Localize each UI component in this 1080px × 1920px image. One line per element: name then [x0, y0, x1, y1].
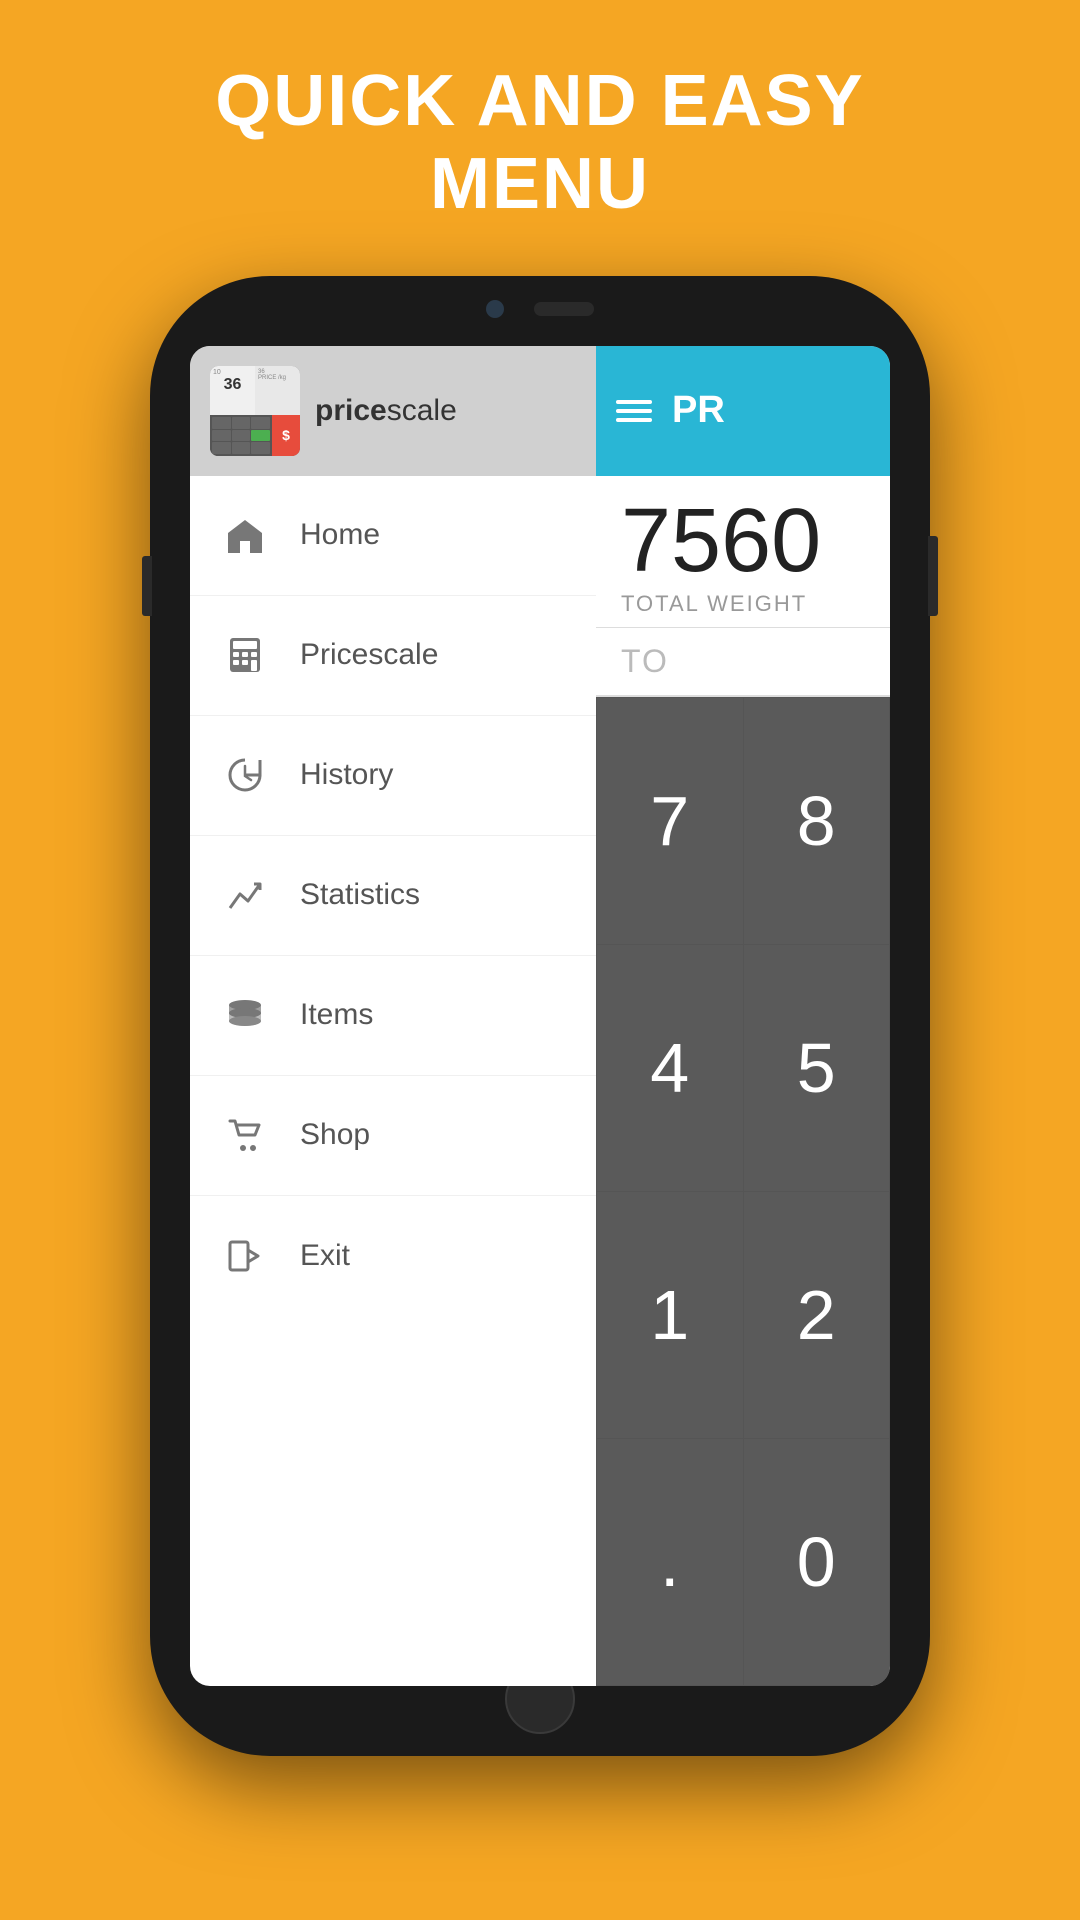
menu-label-home: Home	[300, 518, 380, 552]
display-secondary: TO	[596, 628, 890, 697]
menu-item-history[interactable]: History	[190, 716, 596, 836]
key-4[interactable]: 4	[597, 945, 743, 1191]
side-button-left	[142, 556, 152, 616]
menu-item-pricescale[interactable]: Pricescale	[190, 596, 596, 716]
key-7[interactable]: 7	[597, 698, 743, 944]
calculator-icon	[220, 630, 270, 680]
home-icon	[220, 510, 270, 560]
app-name-text: pricescale	[315, 394, 457, 428]
menu-label-items: Items	[300, 998, 373, 1032]
speaker-grill	[534, 302, 594, 316]
phone-shell: 10 36 36 PRICE /kg	[150, 276, 930, 1756]
drawer-header: 10 36 36 PRICE /kg	[190, 346, 596, 476]
menu-label-statistics: Statistics	[300, 878, 420, 912]
headline-line1: QUICK AND EASY	[215, 60, 864, 143]
menu-item-home[interactable]: Home	[190, 476, 596, 596]
display-label: TOTAL WEIGHT	[621, 591, 865, 617]
app-name-bold: price	[315, 394, 387, 427]
app-logo: 10 36 36 PRICE /kg	[210, 366, 300, 456]
toolbar-title: PR	[672, 389, 725, 432]
menu-label-history: History	[300, 758, 393, 792]
app-content: PR 7560 TOTAL WEIGHT TO 7 8 4 5 1 2	[596, 346, 890, 1686]
menu-label-shop: Shop	[300, 1118, 370, 1152]
key-8[interactable]: 8	[744, 698, 890, 944]
camera-dot	[486, 300, 504, 318]
shop-icon	[220, 1110, 270, 1160]
app-toolbar: PR	[596, 346, 890, 476]
menu-item-shop[interactable]: Shop	[190, 1076, 596, 1196]
display-area: 7560 TOTAL WEIGHT	[596, 476, 890, 628]
menu-item-exit[interactable]: Exit	[190, 1196, 596, 1316]
phone-mockup: 10 36 36 PRICE /kg	[150, 276, 930, 1756]
page-header: QUICK AND EASY MENU	[215, 0, 864, 226]
menu-label-pricescale: Pricescale	[300, 638, 438, 672]
key-1[interactable]: 1	[597, 1192, 743, 1438]
headline-line2: MENU	[215, 143, 864, 226]
drawer-menu: 10 36 36 PRICE /kg	[190, 346, 596, 1686]
key-dot[interactable]: .	[597, 1439, 743, 1685]
menu-item-statistics[interactable]: Statistics	[190, 836, 596, 956]
menu-item-items[interactable]: Items	[190, 956, 596, 1076]
app-name-light: scale	[387, 394, 457, 427]
phone-screen: 10 36 36 PRICE /kg	[190, 346, 890, 1686]
menu-items-list: Home	[190, 476, 596, 1686]
keypad: 7 8 4 5 1 2 . 0	[596, 697, 890, 1686]
display-number: 7560	[621, 496, 865, 586]
key-5[interactable]: 5	[744, 945, 890, 1191]
exit-icon	[220, 1231, 270, 1281]
menu-label-exit: Exit	[300, 1239, 350, 1273]
history-icon	[220, 750, 270, 800]
key-2[interactable]: 2	[744, 1192, 890, 1438]
display-to: TO	[621, 643, 865, 680]
hamburger-button[interactable]	[616, 395, 652, 427]
statistics-icon	[220, 870, 270, 920]
phone-top-bar	[440, 294, 640, 324]
items-icon	[220, 990, 270, 1040]
side-button-right	[928, 536, 938, 616]
key-0[interactable]: 0	[744, 1439, 890, 1685]
